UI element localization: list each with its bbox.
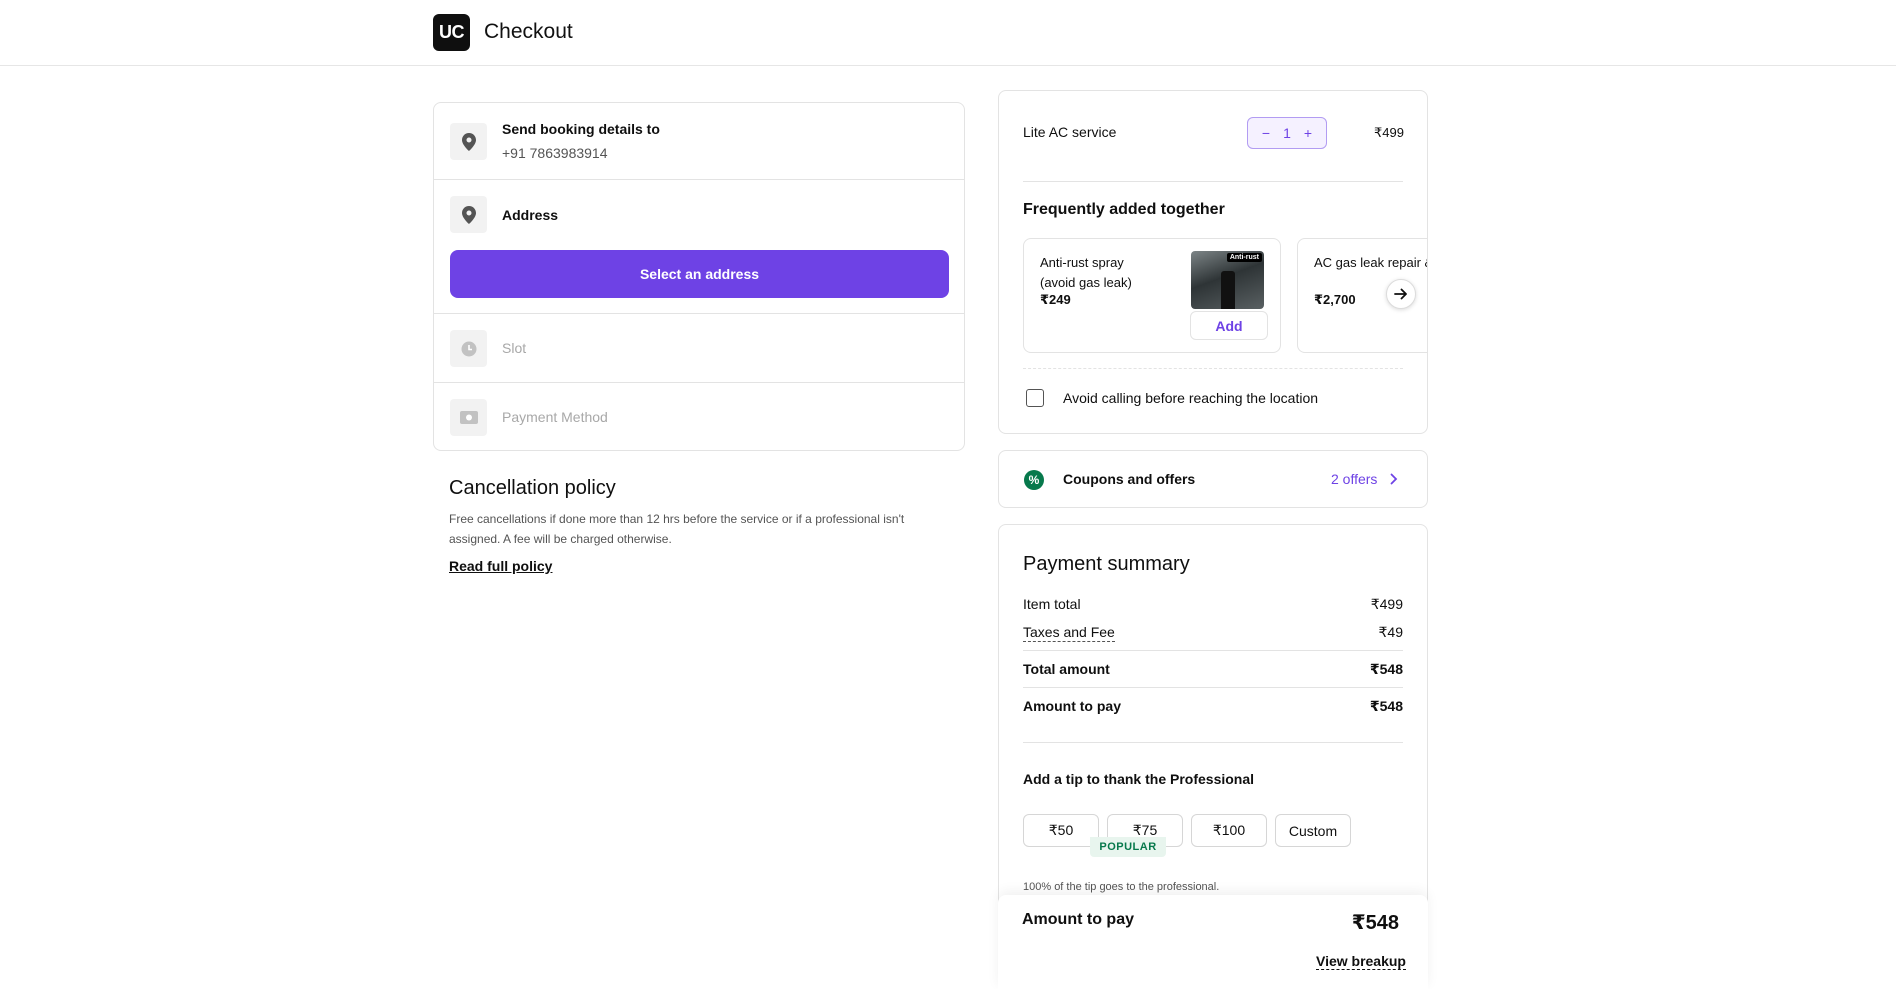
tip-title: Add a tip to thank the Professional <box>1023 771 1255 787</box>
amount-to-pay-value: ₹548 <box>1369 698 1403 714</box>
cart-card: Lite AC service − 1 + ₹499 Frequently ad… <box>998 90 1428 434</box>
popular-badge: POPULAR <box>1090 837 1166 857</box>
address-step: Address Select an address <box>434 180 964 314</box>
send-booking-details-title: Send booking details to <box>502 121 660 137</box>
total-amount-value: ₹548 <box>1369 661 1403 677</box>
addon-name: AC gas leak repair & refill <box>1314 255 1427 270</box>
arrow-right-icon <box>1394 288 1407 300</box>
clock-icon <box>450 330 487 367</box>
tip-option-50[interactable]: ₹50 <box>1023 814 1099 847</box>
percent-badge-icon: % <box>1024 470 1044 490</box>
amount-to-pay-label: Amount to pay <box>1023 698 1121 714</box>
decrease-quantity-button[interactable]: − <box>1256 125 1276 141</box>
tip-note: 100% of the tip goes to the professional… <box>1023 881 1220 893</box>
item-total-row: Item total ₹499 <box>1023 596 1403 612</box>
offers-count-link[interactable]: 2 offers <box>1331 471 1377 487</box>
item-total-value: ₹499 <box>1370 596 1403 612</box>
cancellation-policy-title: Cancellation policy <box>449 477 616 499</box>
slot-step: Slot <box>434 314 964 383</box>
read-full-policy-link[interactable]: Read full policy <box>449 558 552 574</box>
coupons-and-offers-row[interactable]: % Coupons and offers 2 offers <box>998 450 1428 508</box>
cancellation-policy-text: Free cancellations if done more than 12 … <box>449 512 905 546</box>
chevron-right-icon <box>1390 473 1398 485</box>
amount-to-pay-row: Amount to pay ₹548 <box>1023 698 1403 714</box>
addon-name: Anti-rust spray (avoid gas leak) <box>1040 255 1132 290</box>
tip-option-custom[interactable]: Custom <box>1275 814 1351 847</box>
avoid-calling-label[interactable]: Avoid calling before reaching the locati… <box>1063 390 1318 406</box>
divider <box>1023 181 1403 182</box>
avoid-calling-checkbox[interactable] <box>1026 389 1044 407</box>
taxes-row: Taxes and Fee ₹49 <box>1023 624 1403 642</box>
slot-title: Slot <box>502 340 527 356</box>
view-breakup-link[interactable]: View breakup <box>1315 953 1406 970</box>
addon-price: ₹249 <box>1040 292 1071 307</box>
quantity-stepper: − 1 + <box>1247 117 1327 149</box>
addon-tile[interactable]: Anti-rust spray (avoid gas leak) ₹249 An… <box>1023 238 1281 353</box>
payment-method-step: Payment Method <box>434 383 964 452</box>
sticky-amount-value: ₹548 <box>1351 912 1399 934</box>
payment-method-title: Payment Method <box>502 409 608 425</box>
quantity-value: 1 <box>1283 125 1291 141</box>
payment-summary-title: Payment summary <box>1023 553 1190 575</box>
cash-icon <box>450 399 487 436</box>
page-title: Checkout <box>484 20 573 43</box>
frequently-added-title: Frequently added together <box>1023 201 1225 218</box>
divider <box>1023 368 1403 369</box>
item-total-label: Item total <box>1023 596 1081 612</box>
divider <box>1023 687 1403 688</box>
sticky-amount-footer: Amount to pay ₹548 View breakup <box>998 895 1428 989</box>
tip-option-100[interactable]: ₹100 <box>1191 814 1267 847</box>
addon-price: ₹2,700 <box>1314 292 1356 307</box>
booking-steps-card: Send booking details to +91 7863983914 A… <box>433 102 965 451</box>
carousel-next-button[interactable] <box>1386 279 1416 309</box>
send-booking-details-step: Send booking details to +91 7863983914 <box>434 103 964 180</box>
add-addon-button[interactable]: Add <box>1190 311 1268 340</box>
coupons-label: Coupons and offers <box>1063 471 1196 487</box>
location-pin-icon <box>450 123 487 160</box>
divider <box>1023 650 1403 651</box>
increase-quantity-button[interactable]: + <box>1298 125 1318 141</box>
top-header: UC Checkout <box>0 0 1896 66</box>
total-amount-label: Total amount <box>1023 661 1110 677</box>
address-title: Address <box>502 207 559 223</box>
addon-image: Anti-rust <box>1191 251 1264 309</box>
service-name: Lite AC service <box>1023 124 1117 140</box>
spray-can-shape <box>1221 271 1235 309</box>
taxes-value: ₹49 <box>1378 624 1403 640</box>
location-pin-icon <box>450 196 487 233</box>
booking-phone-number: +91 7863983914 <box>502 145 608 161</box>
divider <box>1023 742 1403 743</box>
total-amount-row: Total amount ₹548 <box>1023 661 1403 677</box>
taxes-and-fee-label[interactable]: Taxes and Fee <box>1023 624 1115 642</box>
addon-image-tag: Anti-rust <box>1226 253 1262 262</box>
sticky-amount-label: Amount to pay <box>1022 911 1134 928</box>
select-address-button[interactable]: Select an address <box>450 250 949 298</box>
service-price: ₹499 <box>1374 125 1404 140</box>
uc-logo[interactable]: UC <box>433 14 470 51</box>
